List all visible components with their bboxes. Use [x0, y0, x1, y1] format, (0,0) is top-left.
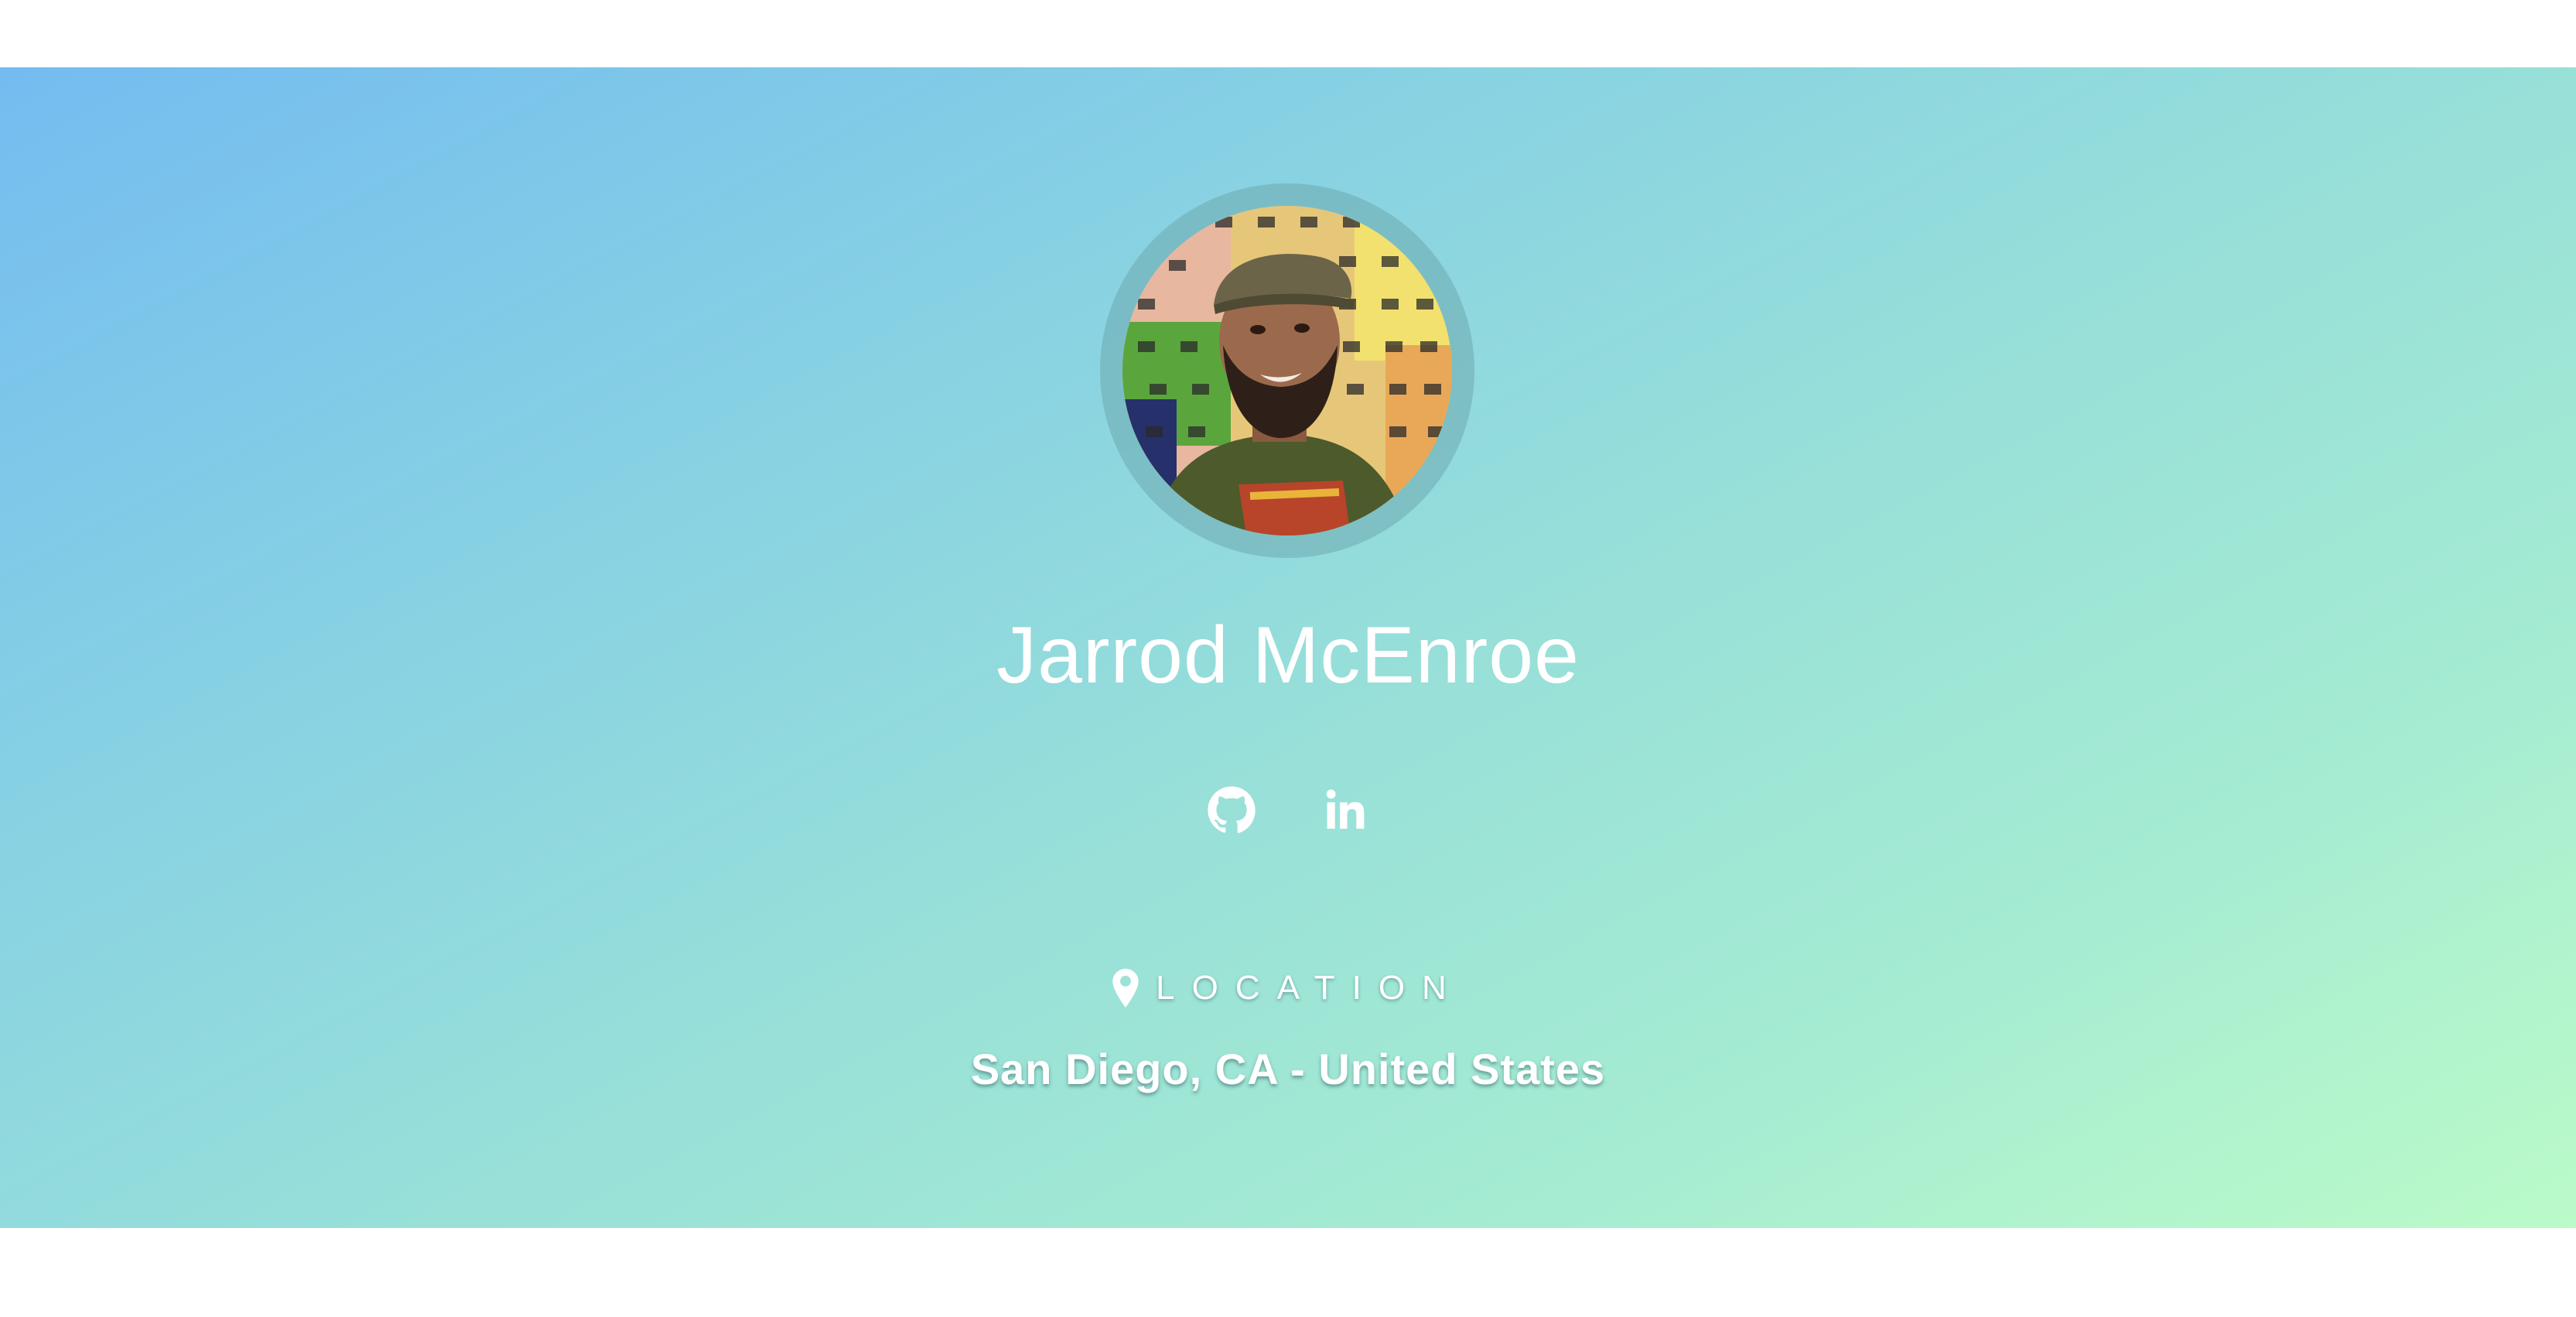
avatar-photo: [1122, 206, 1452, 535]
github-link[interactable]: [1204, 783, 1259, 837]
location-heading: LOCATION: [0, 957, 2576, 1019]
location-value: San Diego, CA - United States: [970, 1045, 1606, 1093]
avatar: [1122, 206, 1452, 535]
social-links: [0, 768, 2576, 853]
linkedin-link[interactable]: [1317, 783, 1372, 837]
profile-hero: Jarrod McEnroe LOCATION San Diego, CA - …: [0, 67, 2576, 1228]
profile-name: Jarrod McEnroe: [996, 611, 1580, 700]
github-icon: [1208, 786, 1256, 833]
linkedin-icon: [1326, 789, 1365, 829]
avatar-ring: [1100, 183, 1474, 558]
location-label: LOCATION: [1156, 969, 1464, 1007]
map-pin-icon: [1112, 969, 1139, 1007]
